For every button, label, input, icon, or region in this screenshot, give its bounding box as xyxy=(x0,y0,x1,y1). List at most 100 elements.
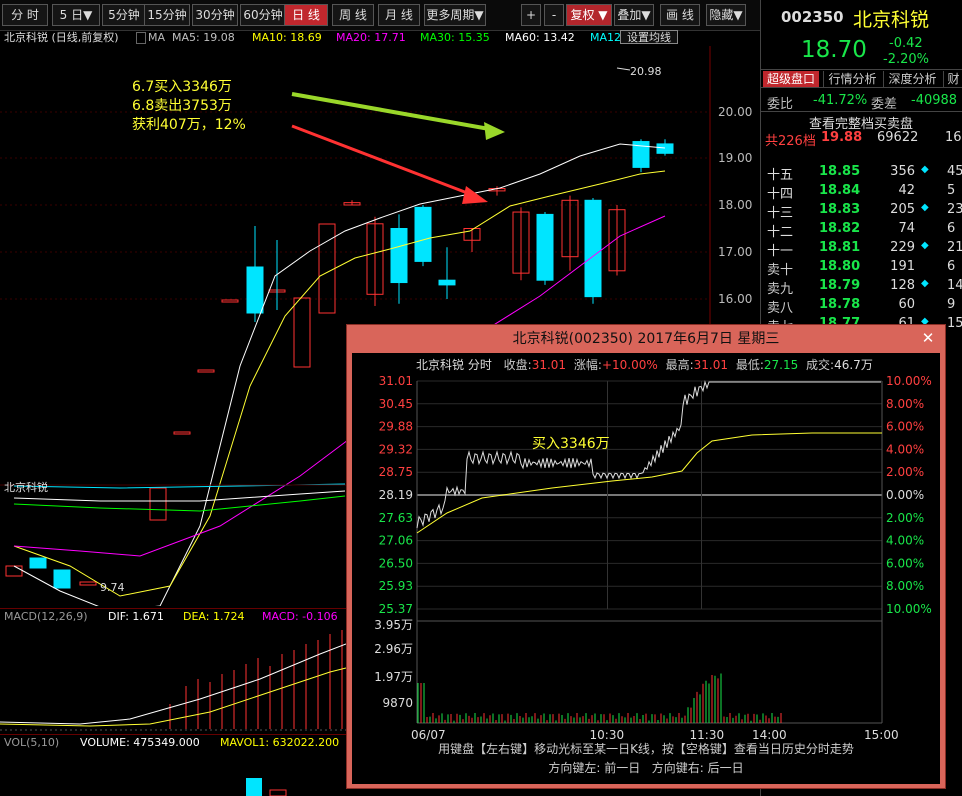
candle-up xyxy=(79,581,97,586)
intraday-chart[interactable]: 31.01 10.00% 30.45 8.00% 29.88 6.00% 29.32 4.00… xyxy=(352,373,940,743)
volume-axis-label: 3.95万 xyxy=(374,618,413,632)
popup-stock-name: 北京科锐 分时 xyxy=(416,358,492,372)
orderbook-total-row: 共226档 19.88 69622 16 xyxy=(761,130,962,149)
low-marker: 9.74 xyxy=(100,581,125,594)
ma-settings-button[interactable]: 设置均线 xyxy=(620,30,678,44)
ma-title: MA xyxy=(148,31,166,44)
weicha-label: 委差 xyxy=(871,97,898,112)
toolbar-button-2[interactable]: 5分钟 xyxy=(102,4,146,26)
macd-chart xyxy=(0,630,346,731)
intraday-axis-left: 27.06 xyxy=(379,534,413,548)
orderbook-row[interactable]: 十三 18.83 205 ◆ 23 xyxy=(761,202,962,221)
toolbar-button-11[interactable]: - xyxy=(544,4,564,26)
toolbar-button-0[interactable]: 分 时 xyxy=(2,4,48,26)
weibi-label: 委比 xyxy=(767,97,794,112)
price-axis-label: 20.00 xyxy=(718,105,753,119)
row-volume: 42 xyxy=(898,183,915,198)
intraday-axis-right: 4.00% xyxy=(886,442,924,456)
candle-down xyxy=(536,213,554,281)
ma30-label: MA30: 15.35 xyxy=(420,31,490,44)
toolbar-button-13[interactable]: 叠加▼ xyxy=(614,4,654,26)
ma60-label: MA60: 13.42 xyxy=(505,31,575,44)
orderbook-row[interactable]: 十二 18.82 74 6 xyxy=(761,221,961,240)
candle-up xyxy=(197,369,215,373)
toolbar-button-15[interactable]: 隐藏▼ xyxy=(706,4,746,26)
price-change: -0.42 xyxy=(889,36,923,51)
macd-value: MACD: -0.106 xyxy=(262,610,338,623)
toolbar-button-3[interactable]: 15分钟 xyxy=(144,4,190,26)
price-axis-label: 19.00 xyxy=(718,151,753,165)
checkbox-icon[interactable] xyxy=(136,32,146,44)
close-icon[interactable]: ✕ xyxy=(917,329,939,347)
orderbook-row[interactable]: 十四 18.84 42 5 xyxy=(761,183,961,202)
volume-value: VOLUME: 475349.000 xyxy=(80,736,200,749)
row-label: 十一 xyxy=(767,244,794,259)
tab-market-analysis[interactable]: 行情分析 xyxy=(823,71,881,87)
row-price: 18.83 xyxy=(819,202,861,217)
high-marker: 20.98 xyxy=(630,65,662,78)
row-price: 18.79 xyxy=(819,278,861,293)
dea-label: DEA: 1.724 xyxy=(183,610,245,623)
row-volume: 229 xyxy=(890,240,915,255)
diamond-icon: ◆ xyxy=(921,202,929,213)
orderbook-row[interactable]: 十五 18.85 356 ◆ 45 xyxy=(761,164,962,183)
candle-down xyxy=(53,569,71,589)
ma20-label: MA20: 17.71 xyxy=(336,31,406,44)
row-volume: 60 xyxy=(898,297,915,312)
toolbar-button-6[interactable]: 日 线 xyxy=(284,4,328,26)
toolbar-button-9[interactable]: 更多周期▼ xyxy=(424,4,486,26)
panel-tabs: 超级盘口 行情分析 深度分析 财 xyxy=(761,69,962,88)
intraday-axis-left: 25.37 xyxy=(379,602,413,616)
close-label: 收盘: xyxy=(503,358,532,372)
row-extra: 9 xyxy=(947,297,956,312)
volume-axis-label: 2.96万 xyxy=(374,642,413,656)
row-extra: 23 xyxy=(947,202,962,217)
green-arrow-head xyxy=(484,122,505,140)
trade-annotation: 6.7买入3346万 6.8卖出3753万 获利407万，12% xyxy=(132,78,246,135)
ma-line-3 xyxy=(13,495,346,512)
sell-note: 6.8卖出3753万 xyxy=(132,98,232,114)
high-value: 31.01 xyxy=(693,358,728,372)
row-extra: 5 xyxy=(947,183,956,198)
hint-arrows: 方向键左: 前一日 方向键右: 后一日 xyxy=(548,761,744,775)
candle-up xyxy=(5,565,23,577)
toolbar-button-5[interactable]: 60分钟 xyxy=(240,4,286,26)
row-label: 十二 xyxy=(767,225,794,240)
intraday-axis-left: 28.19 xyxy=(379,488,413,502)
toolbar-button-10[interactable]: + xyxy=(521,4,541,26)
volume-bar xyxy=(246,778,262,796)
candle-down xyxy=(414,206,432,262)
orderbook-row[interactable]: 卖八 18.78 60 9 xyxy=(761,297,961,316)
intraday-axis-right: 10.00% xyxy=(886,602,932,616)
toolbar-button-12[interactable]: 复权 ▼ xyxy=(566,4,612,26)
candle-up xyxy=(149,487,167,521)
toolbar-button-8[interactable]: 月 线 xyxy=(378,4,420,26)
volume-info-bar: VOL(5,10) VOLUME: 475349.000 MAVOL1: 632… xyxy=(0,734,346,750)
toolbar-button-4[interactable]: 30分钟 xyxy=(192,4,238,26)
macd-title: MACD(12,26,9) xyxy=(4,610,88,623)
orderbook-row[interactable]: 十一 18.81 229 ◆ 21 xyxy=(761,240,962,259)
popup-header: 北京科锐 分时 收盘:31.01 涨幅:+10.00% 最高:31.01 最低:… xyxy=(416,356,873,373)
row-extra: 6 xyxy=(947,259,956,274)
stock-price: 18.70 xyxy=(801,37,867,63)
orderbook-row[interactable]: 卖九 18.79 128 ◆ 14 xyxy=(761,278,962,297)
volume-chart xyxy=(246,778,287,796)
toolbar-button-14[interactable]: 画 线 xyxy=(660,4,700,26)
intraday-axis-left: 28.75 xyxy=(379,465,413,479)
orderbook-row[interactable]: 卖十 18.80 191 6 xyxy=(761,259,961,278)
tab-super-order[interactable]: 超级盘口 xyxy=(763,71,819,87)
tab-finance[interactable]: 财 xyxy=(943,71,962,87)
change-value: +10.00% xyxy=(601,358,658,372)
candle-up xyxy=(173,431,191,435)
candle-down xyxy=(390,228,408,284)
intraday-axis-right: 6.00% xyxy=(886,556,924,570)
tab-deep-analysis[interactable]: 深度分析 xyxy=(883,71,941,87)
diamond-icon: ◆ xyxy=(921,164,929,175)
intraday-axis-left: 27.63 xyxy=(379,511,413,525)
green-arrow xyxy=(291,92,496,132)
diamond-icon: ◆ xyxy=(921,278,929,289)
row-price: 18.80 xyxy=(819,259,861,274)
series-label: 北京科锐 xyxy=(4,481,48,494)
toolbar-button-7[interactable]: 周 线 xyxy=(332,4,374,26)
toolbar-button-1[interactable]: 5 日▼ xyxy=(52,4,100,26)
